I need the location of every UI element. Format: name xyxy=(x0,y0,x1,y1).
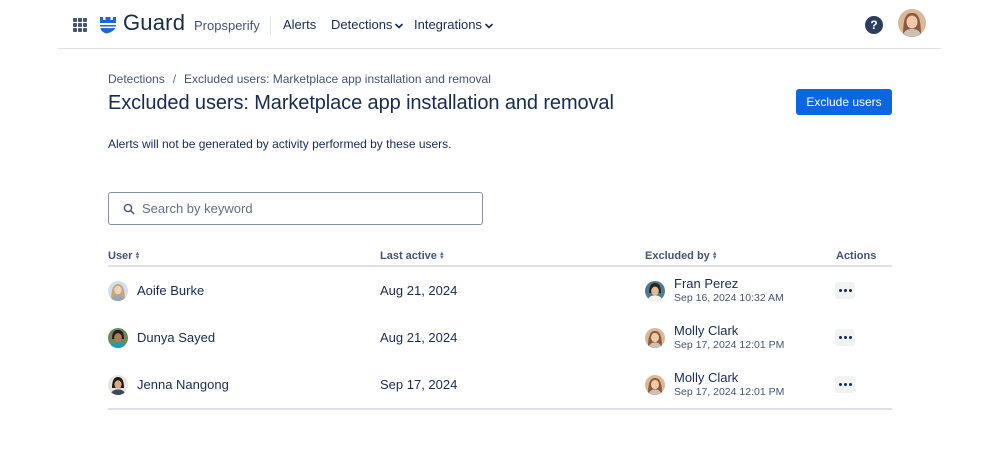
excluded-by-info: Molly Clark Sep 17, 2024 12:01 PM xyxy=(674,323,784,352)
user-cell: Aoife Burke xyxy=(108,267,204,314)
avatar xyxy=(645,374,665,395)
column-header-excluded-by[interactable]: Excluded by ▲ ▼ xyxy=(645,250,718,262)
top-navigation: Guard Propsperify Alerts Detections Inte… xyxy=(58,0,941,49)
excluded-by-cell: Molly Clark Sep 17, 2024 12:01 PM xyxy=(645,314,784,361)
excluded-by-info: Fran Perez Sep 16, 2024 10:32 AM xyxy=(674,276,784,305)
user-name[interactable]: Aoife Burke xyxy=(137,283,204,298)
nav-alerts-label: Alerts xyxy=(283,17,317,32)
nav-detections-dropdown[interactable]: Detections xyxy=(331,17,404,32)
excluded-date: Sep 17, 2024 12:01 PM xyxy=(674,339,785,351)
profile-avatar[interactable] xyxy=(898,9,926,37)
table-bottom-border xyxy=(108,408,892,410)
table-row: Dunya Sayed Aug 21, 2024 Molly Clark Sep… xyxy=(108,314,892,361)
column-actions-label: Actions xyxy=(836,250,877,262)
more-actions-button[interactable] xyxy=(835,329,855,346)
page-description: Alerts will not be generated by activity… xyxy=(108,137,452,151)
excluded-by-name[interactable]: Molly Clark xyxy=(674,370,784,385)
avatar xyxy=(108,374,128,395)
nav-alerts[interactable]: Alerts xyxy=(283,17,316,32)
breadcrumb: Detections / Excluded users: Marketplace… xyxy=(108,72,491,86)
sort-icon: ▲ ▼ xyxy=(711,251,718,261)
column-header-actions: Actions xyxy=(836,250,876,262)
sort-icon: ▲ ▼ xyxy=(438,251,445,261)
chevron-down-icon xyxy=(485,17,493,32)
user-name[interactable]: Dunya Sayed xyxy=(137,330,215,345)
excluded-by-info: Molly Clark Sep 17, 2024 12:01 PM xyxy=(674,370,784,399)
user-cell: Jenna Nangong xyxy=(108,361,229,408)
excluded-by-name[interactable]: Fran Perez xyxy=(674,276,784,291)
search-input[interactable] xyxy=(142,201,442,216)
product-name[interactable]: Guard xyxy=(123,10,185,36)
column-last-active-label: Last active xyxy=(380,250,437,262)
column-user-label: User xyxy=(108,250,133,262)
nav-integrations-label: Integrations xyxy=(414,17,482,32)
excluded-date: Sep 17, 2024 12:01 PM xyxy=(674,386,785,398)
excluded-date: Sep 16, 2024 10:32 AM xyxy=(674,292,784,304)
actions-cell xyxy=(835,314,855,361)
more-actions-button[interactable] xyxy=(835,376,855,393)
nav-integrations-dropdown[interactable]: Integrations xyxy=(414,17,493,32)
table-row: Aoife Burke Aug 21, 2024 Fran Perez Sep … xyxy=(108,267,892,314)
column-excluded-by-label: Excluded by xyxy=(645,250,710,262)
guard-logo-icon xyxy=(98,15,118,39)
excluded-by-cell: Molly Clark Sep 17, 2024 12:01 PM xyxy=(645,361,784,408)
nav-detections-label: Detections xyxy=(331,17,393,32)
excluded-by-cell: Fran Perez Sep 16, 2024 10:32 AM xyxy=(645,267,784,314)
last-active-cell: Aug 21, 2024 xyxy=(380,330,458,345)
avatar xyxy=(108,280,128,301)
avatar xyxy=(645,327,665,348)
sort-icon: ▲ ▼ xyxy=(134,251,141,261)
excluded-by-name[interactable]: Molly Clark xyxy=(674,323,784,338)
actions-cell xyxy=(835,361,855,408)
avatar xyxy=(108,327,128,348)
last-active-cell: Aug 21, 2024 xyxy=(380,283,458,298)
table-header: User ▲ ▼ Last active ▲ ▼ Excluded by ▲ ▼ Ac… xyxy=(108,248,892,267)
excluded-users-table: User ▲ ▼ Last active ▲ ▼ Excluded by ▲ ▼ Ac… xyxy=(108,248,892,410)
search-field[interactable] xyxy=(108,192,483,225)
nav-divider xyxy=(270,16,271,34)
breadcrumb-detections[interactable]: Detections xyxy=(108,72,165,86)
actions-cell xyxy=(835,267,855,314)
user-cell: Dunya Sayed xyxy=(108,314,215,361)
site-name: Propsperify xyxy=(194,18,260,33)
help-icon[interactable]: ? xyxy=(865,16,883,34)
avatar xyxy=(645,280,665,301)
last-active-cell: Sep 17, 2024 xyxy=(380,377,458,392)
breadcrumb-current[interactable]: Excluded users: Marketplace app installa… xyxy=(184,72,491,86)
column-header-user[interactable]: User ▲ ▼ xyxy=(108,250,140,262)
column-header-last-active[interactable]: Last active ▲ ▼ xyxy=(380,250,445,262)
more-actions-button[interactable] xyxy=(835,282,855,299)
chevron-down-icon xyxy=(395,17,404,32)
exclude-users-button[interactable]: Exclude users xyxy=(796,89,892,115)
user-name[interactable]: Jenna Nangong xyxy=(137,377,229,392)
breadcrumb-separator: / xyxy=(172,72,177,86)
search-icon xyxy=(123,203,135,215)
page-title: Excluded users: Marketplace app installa… xyxy=(108,92,614,114)
app-switcher-icon[interactable] xyxy=(73,18,87,32)
table-row: Jenna Nangong Sep 17, 2024 Molly Clark S… xyxy=(108,361,892,408)
